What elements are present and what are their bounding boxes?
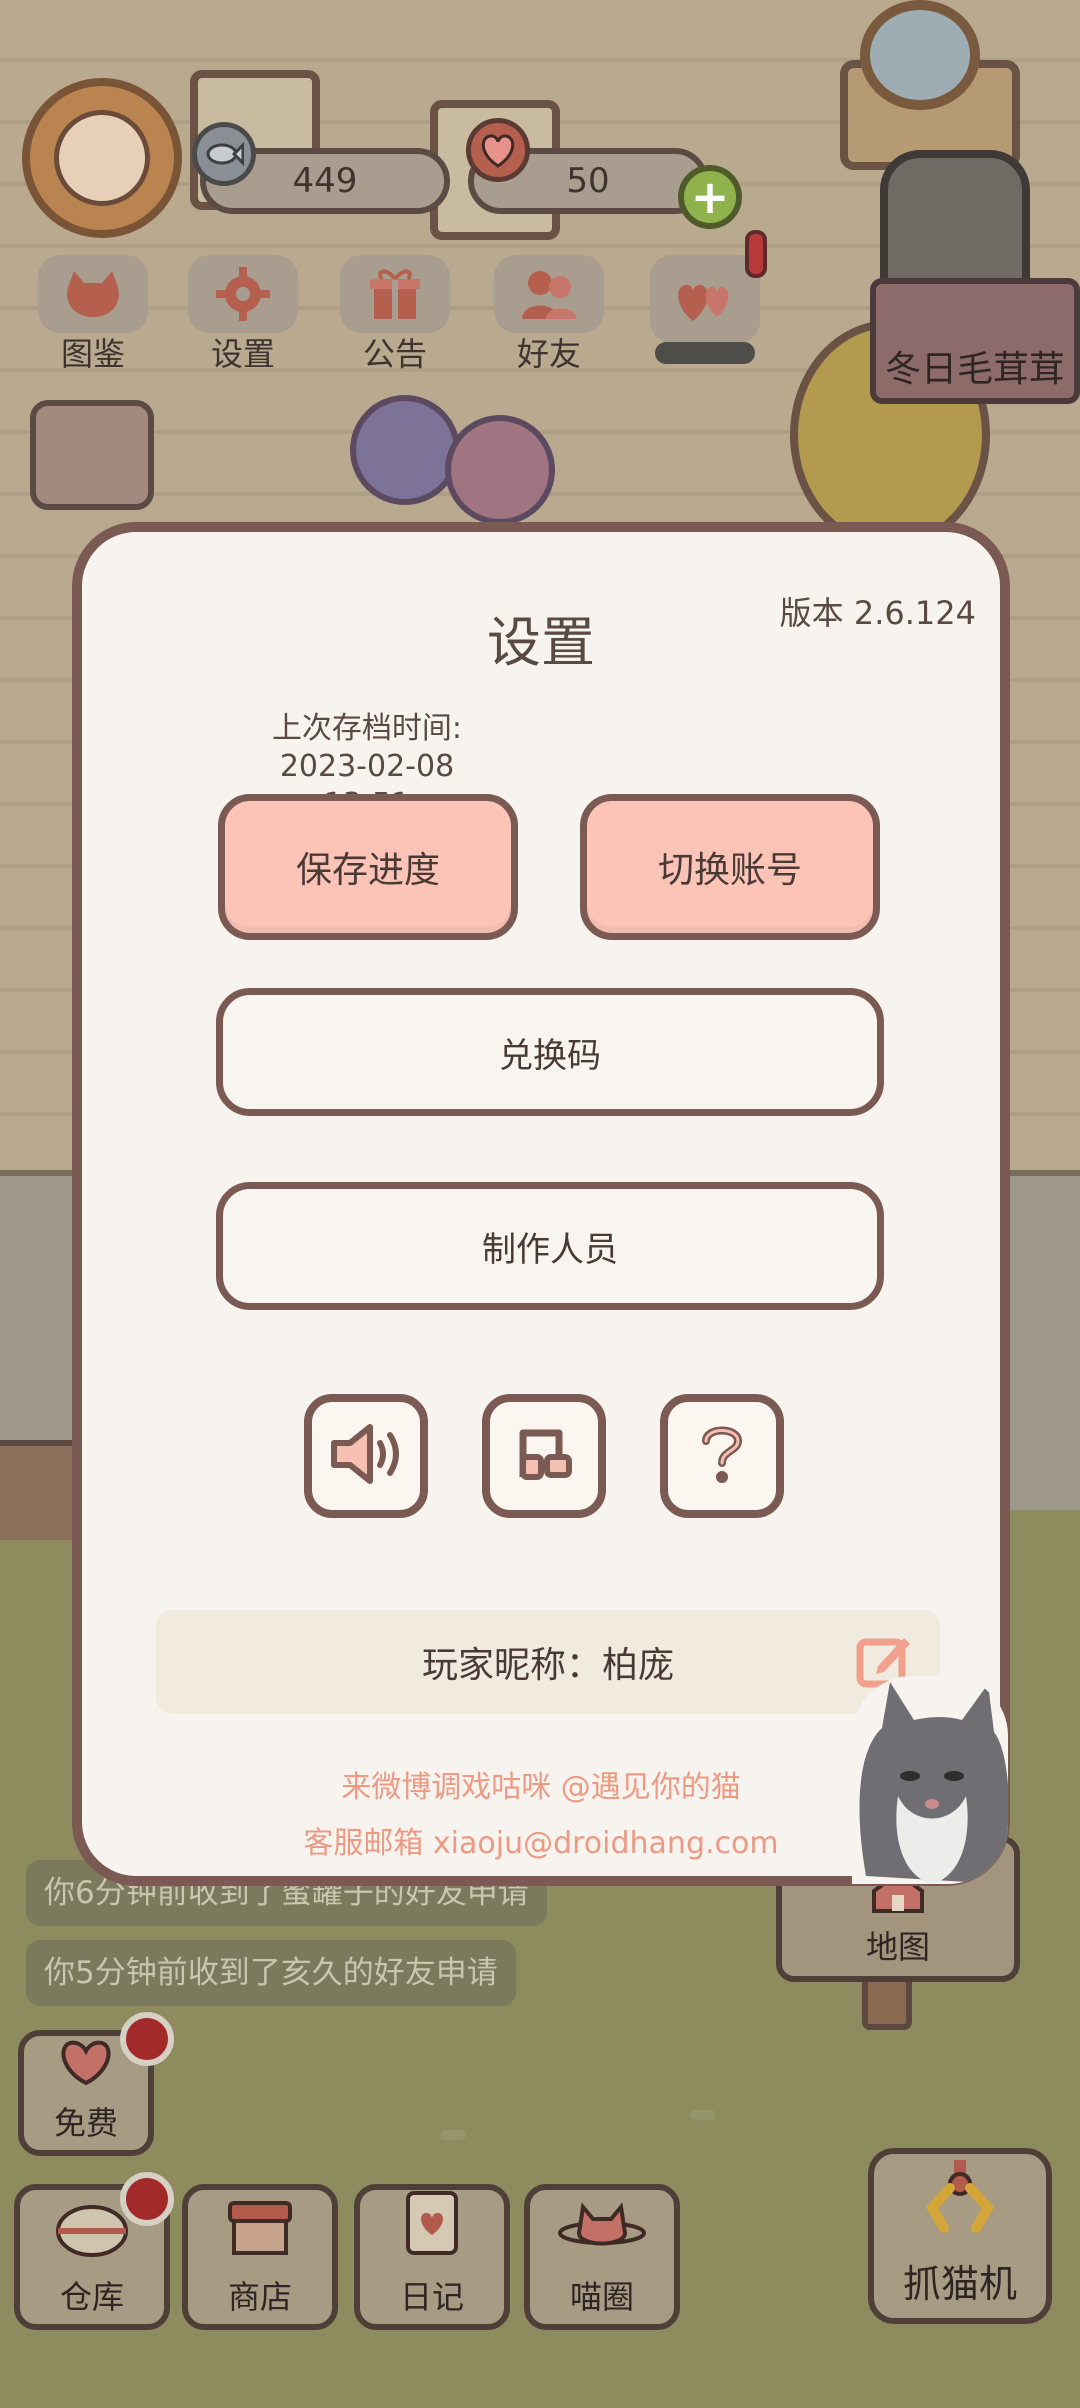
menu-settings-button[interactable]: 设置 (178, 255, 308, 375)
floor-mark (440, 2130, 466, 2140)
floor-mark (690, 2110, 716, 2120)
menu-settings-label: 设置 (210, 335, 275, 373)
redeem-code-label: 兑换码 (499, 1035, 601, 1076)
menu-friends-button[interactable]: 好友 (484, 255, 614, 375)
switch-account-label: 切换账号 (657, 850, 802, 891)
heart-cat-icon (466, 118, 530, 182)
support-email-text: 客服邮箱 xiaoju@droidhang.com (303, 1826, 779, 1861)
diary-label: 日记 (399, 2278, 464, 2316)
credits-button[interactable]: 制作人员 (216, 1182, 884, 1310)
hearts-icon (650, 255, 760, 343)
credits-label: 制作人员 (482, 1229, 618, 1270)
mirror-furniture (860, 0, 980, 110)
shop-label: 商店 (227, 2278, 292, 2316)
music-icon (509, 1419, 579, 1493)
settings-dialog: 设置 版本 2.6.124 上次存档时间: 2023-02-08 13:51 保… (72, 522, 1010, 1886)
bowl-icon (52, 2197, 132, 2270)
menu-announcement-button[interactable]: 公告 (330, 255, 460, 375)
claw-machine-label: 抓猫机 (902, 2262, 1017, 2306)
player-avatar[interactable] (22, 78, 182, 238)
nickname-label: 玩家昵称：柏庞 (421, 1645, 674, 1686)
redeem-code-button[interactable]: 兑换码 (216, 988, 884, 1116)
flower-decoration (350, 395, 460, 505)
friends-icon (494, 255, 604, 333)
fish-icon (192, 122, 256, 186)
nickname-bar: 玩家昵称：柏庞 (156, 1610, 940, 1714)
add-currency-button[interactable]: + (678, 165, 742, 229)
meow-circle-label: 喵圈 (569, 2278, 634, 2316)
warehouse-label: 仓库 (59, 2278, 124, 2316)
meow-circle-button[interactable]: 喵圈 (524, 2184, 680, 2330)
winter-event-banner[interactable]: 冬日毛茸茸 (870, 278, 1080, 404)
shop-icon (220, 2193, 300, 2270)
shop-button[interactable]: 商店 (182, 2184, 338, 2330)
help-icon (692, 1419, 752, 1493)
last-save-label: 上次存档时间: (271, 711, 463, 746)
version-label: 版本 2.6.124 (779, 594, 976, 632)
menu-friends-label: 好友 (516, 335, 581, 373)
fish-count: 449 (292, 161, 358, 201)
avatar-face (54, 110, 150, 206)
gift-icon (340, 255, 450, 333)
sound-icon (324, 1419, 408, 1493)
switch-account-button[interactable]: 切换账号 (580, 794, 880, 940)
diary-icon (400, 2189, 464, 2270)
weibo-text: 来微博调戏咕咪 @遇见你的猫 (341, 1770, 741, 1805)
free-cat-icon (54, 2037, 118, 2096)
cat-photo-image (852, 1676, 1008, 1884)
save-progress-button[interactable]: 保存进度 (218, 794, 518, 940)
diary-button[interactable]: 日记 (354, 2184, 510, 2330)
map-label: 地图 (865, 1928, 930, 1966)
flower-decoration (445, 415, 555, 525)
claw-icon (920, 2158, 1000, 2253)
menu-catalog-button[interactable]: 图鉴 (28, 255, 158, 375)
notice-text: 你5分钟前收到了亥久的好友申请 (44, 1955, 498, 1991)
calendar-icon[interactable] (30, 400, 154, 510)
heart-count: 50 (566, 161, 610, 201)
notification-badge (120, 2172, 174, 2226)
cat-book-icon (38, 255, 148, 333)
friend-request-notice: 你5分钟前收到了亥久的好友申请 (26, 1940, 516, 2006)
claw-machine-button[interactable]: 抓猫机 (868, 2148, 1052, 2324)
menu-announcement-label: 公告 (362, 335, 427, 373)
save-progress-label: 保存进度 (295, 850, 440, 891)
free-label: 免费 (53, 2104, 118, 2142)
notification-badge (120, 2012, 174, 2066)
help-button[interactable] (660, 1394, 784, 1518)
event-banner-label: 冬日毛茸茸 (884, 349, 1065, 390)
menu-progress-bar (655, 342, 755, 364)
alert-indicator (745, 230, 767, 278)
sound-toggle-button[interactable] (304, 1394, 428, 1518)
cat-planet-icon (557, 2197, 647, 2270)
gear-icon (188, 255, 298, 333)
menu-catalog-label: 图鉴 (60, 335, 125, 373)
music-toggle-button[interactable] (482, 1394, 606, 1518)
